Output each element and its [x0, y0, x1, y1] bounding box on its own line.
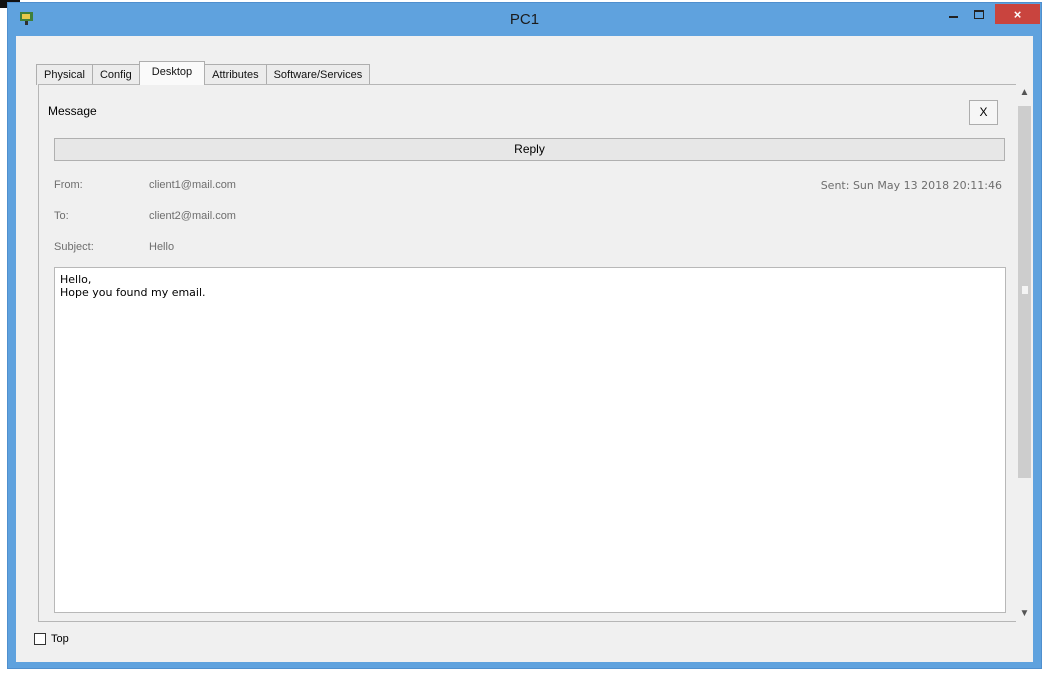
- message-panel: Message X Reply From: client1@mail.com S…: [38, 84, 1023, 622]
- top-checkbox[interactable]: [34, 633, 46, 645]
- message-heading: Message: [48, 104, 97, 118]
- minimize-icon: [948, 16, 958, 18]
- top-checkbox-row[interactable]: Top: [34, 633, 69, 645]
- to-value: client2@mail.com: [149, 210, 236, 222]
- subject-label: Subject:: [54, 241, 94, 253]
- tab-physical[interactable]: Physical: [36, 64, 93, 85]
- scroll-thumb[interactable]: [1018, 106, 1031, 478]
- titlebar[interactable]: PC1 ×: [8, 3, 1041, 37]
- sent-timestamp: Sent: Sun May 13 2018 20:11:46: [820, 179, 1002, 192]
- to-label: To:: [54, 210, 69, 222]
- close-window-button[interactable]: ×: [995, 4, 1040, 24]
- top-label: Top: [51, 633, 69, 645]
- reply-button[interactable]: Reply: [54, 138, 1005, 161]
- subject-value: Hello: [149, 241, 175, 253]
- window-client-area: Physical Config Desktop Attributes Softw…: [16, 36, 1033, 662]
- tab-desktop[interactable]: Desktop: [138, 61, 206, 85]
- scroll-up-icon[interactable]: ▲: [1016, 84, 1033, 101]
- pc1-window: PC1 × Physical Config Desktop Attributes…: [7, 2, 1042, 669]
- vertical-scrollbar[interactable]: ▲ ▼: [1016, 84, 1033, 622]
- tab-software-services[interactable]: Software/Services: [265, 64, 371, 85]
- maximize-button[interactable]: [966, 4, 992, 24]
- close-icon: ×: [1013, 6, 1022, 22]
- maximize-icon: [974, 9, 984, 19]
- tab-config[interactable]: Config: [91, 64, 140, 85]
- from-label: From:: [54, 179, 83, 191]
- message-body[interactable]: Hello, Hope you found my email.: [54, 267, 1006, 613]
- scroll-grip-icon: [1022, 286, 1028, 294]
- close-message-button[interactable]: X: [969, 100, 998, 125]
- scroll-down-icon[interactable]: ▼: [1016, 605, 1033, 622]
- minimize-button[interactable]: [940, 4, 966, 24]
- tab-bar: Physical Config Desktop Attributes Softw…: [36, 61, 371, 85]
- from-value: client1@mail.com: [149, 179, 236, 191]
- tab-attributes[interactable]: Attributes: [204, 64, 267, 85]
- window-title: PC1: [509, 11, 540, 28]
